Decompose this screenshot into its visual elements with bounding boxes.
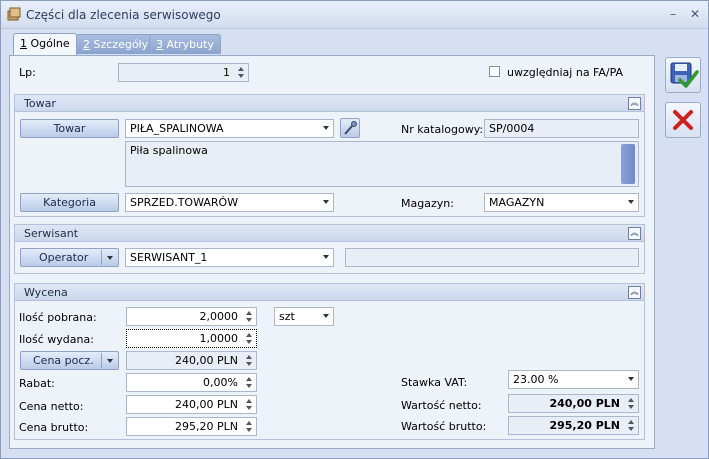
qty-taken-label: Ilość pobrana: [19, 311, 97, 324]
tab-szczegoly[interactable]: 2 Szczegóły [76, 34, 156, 54]
discount-spinner[interactable] [244, 375, 254, 390]
picker-button[interactable] [340, 118, 360, 138]
qty-taken-field[interactable]: 2,0000 [126, 307, 257, 326]
vat-select[interactable]: 23.00 % [508, 370, 639, 389]
window-title: Części dla zlecenia serwisowego [26, 8, 221, 22]
fa-pa-checkbox[interactable] [489, 66, 500, 77]
wycena-group-title: Wycena [24, 286, 68, 299]
cancel-icon [673, 110, 693, 130]
net-price-field[interactable]: 240,00 PLN [126, 395, 257, 414]
collapse-serwisant-icon[interactable]: ︽ [628, 227, 641, 240]
fa-pa-label: uwzględniaj na FA/PA [507, 66, 624, 79]
net-value-label: Wartość netto: [401, 399, 482, 412]
gross-price-spinner[interactable] [244, 419, 254, 434]
window: Części dla zlecenia serwisowego – ✕ 1 Og… [0, 0, 709, 459]
kategoria-select[interactable]: SPRZED.TOWARÓW [125, 193, 334, 212]
tab-ogolne[interactable]: 1 Ogólne [13, 33, 77, 55]
chevron-down-icon [323, 314, 329, 318]
lp-field[interactable]: 1 [118, 63, 249, 82]
tab-atrybuty[interactable]: 3 Atrybuty [149, 34, 221, 54]
towar-button[interactable]: Towar [20, 119, 119, 138]
qty-issued-spinner[interactable] [244, 331, 254, 346]
collapse-towar-icon[interactable]: ︽ [628, 97, 641, 110]
unit-select[interactable]: szt [274, 307, 334, 326]
warehouse-label: Magazyn: [401, 197, 454, 210]
kategoria-button[interactable]: Kategoria [20, 193, 119, 212]
discount-field[interactable]: 0,00% [126, 373, 257, 392]
qty-issued-label: Ilość wydana: [19, 333, 94, 346]
price-type-button[interactable]: Cena pocz. [20, 351, 119, 370]
save-button[interactable] [665, 57, 701, 93]
lp-label: Lp: [19, 66, 36, 79]
chevron-down-icon [323, 200, 329, 204]
description-field[interactable]: Piła spalinowa [125, 141, 639, 187]
operator-name-field[interactable] [345, 248, 639, 267]
gross-price-field[interactable]: 295,20 PLN [126, 417, 257, 436]
price-initial-field[interactable]: 240,00 PLN [126, 351, 257, 370]
cancel-button[interactable] [665, 102, 701, 138]
chevron-down-icon [628, 200, 634, 204]
gross-value-field[interactable]: 295,20 PLN [508, 416, 639, 435]
chevron-down-icon [628, 377, 634, 381]
gross-value-label: Wartość brutto: [401, 420, 487, 433]
serwisant-group-header: Serwisant ︽ [15, 225, 644, 242]
price-initial-spinner[interactable] [244, 353, 254, 368]
description-scrollbar[interactable] [621, 144, 635, 184]
warehouse-select[interactable]: MAGAZYN [484, 193, 639, 212]
collapse-wycena-icon[interactable]: ︽ [628, 286, 641, 299]
save-icon [670, 62, 699, 88]
operator-select[interactable]: SERWISANT_1 [125, 248, 334, 267]
vat-label: Stawka VAT: [401, 376, 468, 389]
serwisant-group-title: Serwisant [24, 227, 79, 240]
chevron-down-icon [107, 256, 113, 260]
title-bar: Części dla zlecenia serwisowego – ✕ [1, 1, 708, 29]
net-value-field[interactable]: 240,00 PLN [508, 394, 639, 413]
catalog-label: Nr katalogowy: [401, 123, 484, 136]
chevron-down-icon [323, 255, 329, 259]
chevron-down-icon [107, 359, 113, 363]
net-price-label: Cena netto: [19, 400, 84, 413]
gross-value-spinner[interactable] [626, 418, 636, 433]
app-icon [7, 7, 21, 21]
lp-spinner[interactable] [236, 65, 246, 80]
towar-select[interactable]: PIŁA_SPALINOWA [125, 119, 334, 138]
picker-icon [344, 121, 357, 135]
gross-price-label: Cena brutto: [19, 421, 89, 434]
qty-issued-field[interactable]: 1,0000 [126, 329, 257, 348]
towar-group-header: Towar ︽ [15, 95, 644, 112]
qty-taken-spinner[interactable] [244, 309, 254, 324]
close-window-button[interactable]: ✕ [687, 6, 703, 22]
operator-button[interactable]: Operator [20, 248, 119, 267]
catalog-field[interactable]: SP/0004 [484, 119, 639, 138]
net-value-spinner[interactable] [626, 396, 636, 411]
net-price-spinner[interactable] [244, 397, 254, 412]
chevron-down-icon [323, 126, 329, 130]
discount-label: Rabat: [19, 377, 55, 390]
wycena-group-header: Wycena ︽ [15, 284, 644, 301]
towar-group-title: Towar [24, 97, 56, 110]
minimize-button[interactable]: – [665, 6, 681, 22]
